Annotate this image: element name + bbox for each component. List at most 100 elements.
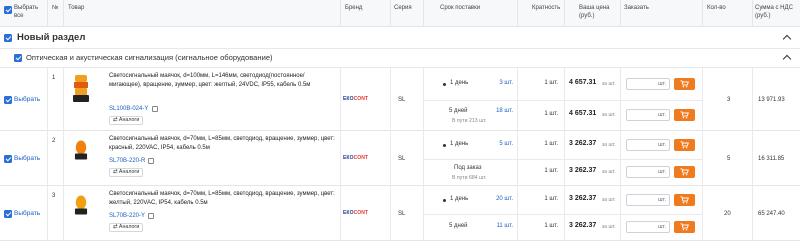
- unit-label: шт.: [658, 112, 666, 119]
- section-title: Новый раздел: [17, 32, 86, 43]
- col-qty: Кол-во: [707, 5, 726, 11]
- product-description: Светосигнальный маячок, d=70мм, L=85мм, …: [109, 191, 335, 206]
- select-label[interactable]: Выбрать: [14, 95, 40, 104]
- quantity-input[interactable]: шт.: [626, 109, 670, 122]
- quantity-value: 3: [727, 96, 731, 103]
- section-row[interactable]: Новый раздел: [0, 27, 800, 49]
- quantity-value: 20: [724, 210, 731, 217]
- multiplicity-value: 1 шт.: [544, 79, 558, 86]
- quantity-input[interactable]: шт.: [626, 166, 670, 179]
- in-transit-note: В пути 684 шт.: [452, 175, 487, 182]
- per-unit-label: за шт.: [602, 196, 616, 203]
- quantity-input[interactable]: шт.: [626, 138, 670, 151]
- brand-logo[interactable]: ЕКОCONT: [343, 155, 368, 161]
- stock-link[interactable]: 11 шт.: [497, 222, 513, 231]
- col-select-all: Выбрать все: [14, 5, 39, 19]
- analogs-label: Аналоги: [118, 224, 140, 230]
- col-series: Серия: [394, 5, 412, 11]
- table-header: Выбрать все № Товар Бренд Серия Срок пос…: [0, 0, 800, 27]
- quantity-value: 5: [727, 155, 731, 162]
- add-to-cart-button[interactable]: [674, 166, 695, 179]
- multiplicity-value: 1 шт.: [544, 223, 558, 230]
- subsection-checkbox[interactable]: [14, 54, 22, 62]
- col-sum: Сумма с НДС (руб.): [755, 5, 793, 19]
- stock-link[interactable]: 18 шт.: [496, 107, 513, 116]
- col-product: Товар: [68, 5, 85, 11]
- row-number: 3: [52, 193, 56, 199]
- product-image[interactable]: [70, 74, 92, 104]
- chevron-up-icon[interactable]: [782, 34, 792, 44]
- add-to-cart-button[interactable]: [674, 77, 695, 90]
- analogs-button[interactable]: ⇄ Аналоги: [109, 116, 144, 125]
- price-value: 3 262.37: [569, 194, 597, 202]
- product-description: Светосигнальный маячок, d=70мм, L=85мм, …: [109, 136, 335, 151]
- stock-link[interactable]: 3 шт.: [499, 79, 513, 88]
- series-value: SL: [398, 155, 406, 162]
- chevron-up-icon[interactable]: [782, 54, 792, 64]
- analogs-button[interactable]: ⇄ Аналоги: [109, 223, 144, 232]
- copy-icon[interactable]: [148, 158, 154, 164]
- row-number: 1: [52, 75, 56, 81]
- unit-label: шт.: [658, 141, 666, 148]
- per-unit-label: за шт.: [602, 80, 616, 87]
- row-checkbox[interactable]: [4, 95, 12, 104]
- price-value: 3 262.37: [569, 139, 597, 147]
- price-value: 4 657.31: [569, 110, 597, 118]
- col-brand: Бренд: [345, 5, 363, 11]
- series-value: SL: [398, 210, 406, 217]
- product-code-link[interactable]: SL70B-220-Y: [109, 212, 145, 221]
- analogs-button[interactable]: ⇄ Аналоги: [109, 168, 144, 177]
- analogs-label: Аналоги: [118, 169, 140, 175]
- per-unit-label: за шт.: [602, 141, 616, 148]
- row-checkbox[interactable]: [4, 209, 12, 218]
- stock-link[interactable]: 20 шт.: [496, 195, 513, 204]
- product-image[interactable]: [70, 137, 92, 163]
- analogs-label: Аналоги: [118, 117, 140, 123]
- subsection-title: Оптическая и акустическая сигнализация (…: [26, 53, 273, 62]
- row-number: 2: [52, 138, 56, 144]
- multiplicity-value: 1 шт.: [544, 140, 558, 147]
- copy-icon[interactable]: [148, 213, 154, 219]
- col-price: Ваша цена (руб.): [579, 5, 610, 19]
- stock-link[interactable]: 5 шт.: [499, 140, 513, 149]
- quantity-input[interactable]: шт.: [626, 193, 670, 206]
- price-value: 4 657.31: [569, 78, 597, 86]
- brand-logo[interactable]: ЕКОCONT: [343, 210, 368, 216]
- add-to-cart-button[interactable]: [674, 138, 695, 151]
- series-value: SL: [398, 96, 406, 103]
- add-to-cart-button[interactable]: [674, 193, 695, 206]
- product-image[interactable]: [70, 192, 92, 218]
- delivery-term: Под заказ: [454, 165, 482, 172]
- product-code-link[interactable]: SL100B-024-Y: [109, 105, 148, 114]
- product-code-link[interactable]: SL70B-220-R: [109, 157, 145, 166]
- select-label[interactable]: Выбрать: [14, 154, 40, 163]
- in-transit-note: В пути 213 шт.: [452, 118, 487, 125]
- add-to-cart-button[interactable]: [674, 109, 695, 122]
- subsection-row[interactable]: Оптическая и акустическая сигнализация (…: [0, 49, 800, 68]
- per-unit-label: за шт.: [602, 224, 616, 231]
- section-checkbox[interactable]: [4, 34, 12, 42]
- multiplicity-value: 1 шт.: [544, 195, 558, 202]
- col-multiplicity: Кратность: [532, 5, 561, 11]
- per-unit-label: за шт.: [602, 112, 616, 119]
- quantity-input[interactable]: шт.: [626, 221, 670, 234]
- copy-icon[interactable]: [152, 106, 158, 112]
- per-unit-label: за шт.: [602, 169, 616, 176]
- brand-logo[interactable]: ЕКОCONT: [343, 96, 368, 102]
- select-label[interactable]: Выбрать: [14, 209, 40, 218]
- sum-value: 16 311.85: [758, 155, 785, 162]
- row-checkbox[interactable]: [4, 154, 12, 163]
- unit-label: шт.: [658, 169, 666, 176]
- multiplicity-value: 1 шт.: [544, 168, 558, 175]
- delivery-term: 1 день: [450, 195, 469, 202]
- price-value: 3 262.37: [569, 167, 597, 175]
- product-description: Светосигнальный маячок, d=100мм, L=146мм…: [109, 73, 311, 88]
- unit-label: шт.: [658, 224, 666, 231]
- unit-label: шт.: [658, 196, 666, 203]
- quantity-input[interactable]: шт.: [626, 77, 670, 90]
- col-delivery: Срок поставки: [440, 5, 481, 11]
- delivery-term: 1 день: [450, 140, 469, 147]
- add-to-cart-button[interactable]: [674, 221, 695, 234]
- delivery-term: 1 день: [450, 79, 469, 86]
- select-all-checkbox[interactable]: [4, 6, 12, 14]
